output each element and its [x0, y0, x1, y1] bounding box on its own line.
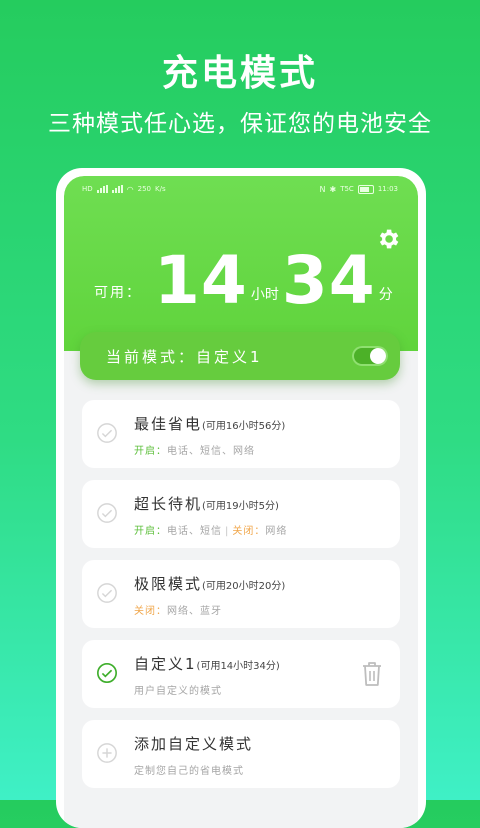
- mode-title: 超长待机(可用19小时5分): [134, 493, 279, 514]
- clock: 11:03: [377, 185, 398, 193]
- signal-icon-2: [111, 185, 123, 193]
- add-custom-mode-card[interactable]: 添加自定义模式 定制您自己的省电模式: [82, 720, 400, 788]
- status-bar: HD ◠ 250 K/s N ✱ T5C 11:03: [82, 182, 398, 196]
- mode-card-long-standby[interactable]: 超长待机(可用19小时5分) 开启：电话、短信 | 关闭：网络: [82, 480, 400, 548]
- plus-circle-icon[interactable]: [96, 742, 118, 764]
- mode-card-best-saving[interactable]: 最佳省电(可用16小时56分) 开启：电话、短信、网络: [82, 400, 400, 468]
- check-circle-icon[interactable]: [96, 582, 118, 604]
- available-label: 可用：: [94, 285, 142, 301]
- mode-description: 开启：电话、短信、网络: [134, 442, 255, 457]
- minutes-unit: 分: [378, 287, 393, 303]
- remaining-time: 可用： 14 小时 34 分: [94, 248, 396, 314]
- disabled-label: 关闭：: [134, 606, 167, 617]
- mode-description: 用户自定义的模式: [134, 686, 222, 697]
- mode-duration: (可用16小时56分): [202, 421, 286, 432]
- add-mode-description: 定制您自己的省电模式: [134, 766, 244, 777]
- check-circle-icon[interactable]: [96, 422, 118, 444]
- mode-title: 自定义1(可用14小时34分): [134, 653, 280, 674]
- disabled-items: 网络: [265, 526, 288, 537]
- hours-value: 14: [154, 242, 248, 319]
- mode-description: 开启：电话、短信 | 关闭：网络: [134, 522, 287, 537]
- trash-icon[interactable]: [360, 660, 384, 688]
- wifi-icon: ◠: [126, 184, 134, 194]
- mode-duration: (可用20小时20分): [202, 581, 286, 592]
- mode-toggle[interactable]: [352, 346, 388, 366]
- mode-description: 关闭：网络、蓝牙: [134, 602, 222, 617]
- mode-card-extreme[interactable]: 极限模式(可用20小时20分) 关闭：网络、蓝牙: [82, 560, 400, 628]
- disabled-label: 关闭：: [232, 526, 266, 537]
- net-speed: 250: [137, 185, 152, 193]
- app-screen: HD ◠ 250 K/s N ✱ T5C 11:03 可用： 14 小时 34 …: [64, 176, 418, 828]
- battery-icon: [357, 184, 374, 194]
- current-mode-bar: 当前模式：自定义1: [80, 332, 400, 380]
- add-mode-title: 添加自定义模式: [134, 735, 254, 753]
- mode-duration: (可用14小时34分): [196, 661, 280, 672]
- mode-name: 超长待机: [134, 495, 203, 513]
- disabled-items: 网络、蓝牙: [167, 606, 222, 617]
- signal-icon: [96, 185, 108, 193]
- mode-name: 极限模式: [134, 575, 203, 593]
- check-circle-icon[interactable]: [96, 662, 118, 684]
- battery-hero: HD ◠ 250 K/s N ✱ T5C 11:03 可用： 14 小时 34 …: [64, 176, 418, 351]
- current-mode-label: 当前模式：自定义1: [106, 347, 263, 366]
- promo-title: 充电模式: [161, 53, 318, 94]
- mode-card-custom-1[interactable]: 自定义1(可用14小时34分) 用户自定义的模式: [82, 640, 400, 708]
- hours-unit: 小时: [250, 287, 279, 303]
- nfc-icon: N: [319, 184, 326, 194]
- promo-subtitle: 三种模式任心选，保证您的电池安全: [48, 111, 432, 137]
- mode-title: 最佳省电(可用16小时56分): [134, 413, 285, 434]
- mode-name: 最佳省电: [134, 415, 203, 433]
- enabled-label: 开启：: [134, 526, 167, 537]
- minutes-value: 34: [281, 242, 376, 319]
- bluetooth-icon: ✱: [329, 184, 337, 194]
- enabled-label: 开启：: [134, 446, 167, 457]
- network-label: T5C: [340, 185, 354, 193]
- net-speed-unit: K/s: [155, 185, 166, 193]
- mode-duration: (可用19小时5分): [202, 501, 279, 512]
- network-type: HD: [82, 185, 93, 193]
- enabled-items: 电话、短信: [167, 526, 222, 537]
- phone-frame: HD ◠ 250 K/s N ✱ T5C 11:03 可用： 14 小时 34 …: [56, 168, 426, 828]
- mode-title: 极限模式(可用20小时20分): [134, 573, 285, 594]
- mode-name: 自定义1: [134, 655, 197, 673]
- separator: |: [225, 526, 230, 537]
- enabled-items: 电话、短信、网络: [167, 446, 255, 457]
- check-circle-icon[interactable]: [96, 502, 118, 524]
